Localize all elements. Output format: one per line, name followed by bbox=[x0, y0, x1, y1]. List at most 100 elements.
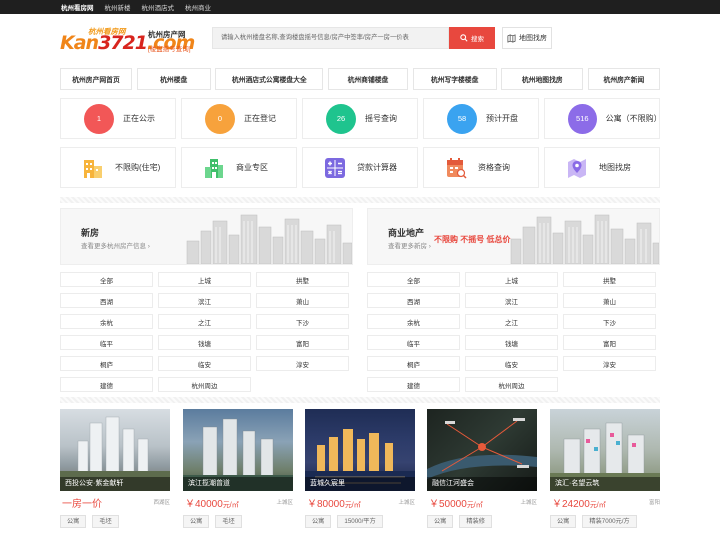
feature-card-unrestricted[interactable]: 不限购(住宅) bbox=[60, 147, 176, 188]
district-link[interactable]: 滨江 bbox=[158, 293, 251, 308]
nav-shops[interactable]: 杭州商铺楼盘 bbox=[327, 68, 408, 90]
district-link[interactable]: 拱墅 bbox=[563, 272, 656, 287]
map-search-button[interactable]: 地图找房 bbox=[502, 27, 552, 49]
district-link[interactable]: 临安 bbox=[158, 356, 251, 371]
listing-district: 西湖区 bbox=[153, 500, 170, 506]
search-button[interactable]: 搜索 bbox=[449, 27, 495, 49]
feature-label: 商业专区 bbox=[236, 163, 268, 172]
district-link[interactable]: 淳安 bbox=[256, 356, 349, 371]
listing-name: 滨汇·名望云筑 bbox=[550, 477, 660, 491]
listing-photo[interactable]: 蓝城久宸里 bbox=[305, 409, 415, 491]
site-logo[interactable]: 杭州看房网 Kan3721.com bbox=[60, 27, 195, 54]
district-link[interactable]: 杭州周边 bbox=[158, 377, 251, 392]
nav-offices[interactable]: 杭州写字楼楼盘 bbox=[412, 68, 497, 90]
listing-card[interactable]: 蓝城久宸里 ￥80000元/㎡ 上城区 公寓 15000/平方 bbox=[305, 409, 415, 528]
feature-label: 不限购(住宅) bbox=[115, 163, 161, 172]
building-icon bbox=[80, 155, 106, 181]
stat-count: 58 bbox=[447, 103, 477, 134]
listing-photo[interactable]: 滨汇·名望云筑 bbox=[550, 409, 660, 491]
feature-card-map[interactable]: 地图找房 bbox=[544, 147, 660, 188]
map-search-label: 地图找房 bbox=[519, 35, 547, 42]
stat-count: 516 bbox=[568, 103, 597, 134]
top-link-commercial[interactable]: 杭州商业 bbox=[185, 2, 211, 12]
stat-card-upcoming[interactable]: 58 预计开盘 bbox=[423, 98, 539, 139]
district-link[interactable]: 建德 bbox=[367, 377, 460, 392]
listing-district: 上城区 bbox=[520, 500, 537, 506]
district-link[interactable]: 富阳 bbox=[563, 335, 656, 350]
listing-name: 西投公安·紫金献轩 bbox=[60, 477, 170, 491]
listing-tag: 精装修 bbox=[459, 515, 492, 528]
nav-buildings[interactable]: 杭州楼盘 bbox=[136, 68, 211, 90]
commercial-banner[interactable]: 商业地产 不限购 不摇号 低总价 查看更多新房 › bbox=[367, 208, 660, 265]
stat-count: 1 bbox=[84, 103, 114, 134]
listing-tag: 公寓 bbox=[183, 515, 210, 528]
top-link-hotel[interactable]: 杭州酒店式 bbox=[142, 2, 175, 12]
calendar-search-icon bbox=[443, 155, 469, 181]
listing-photo[interactable]: 西投公安·紫金献轩 bbox=[60, 409, 170, 491]
nav-news[interactable]: 杭州房产新闻 bbox=[587, 68, 660, 90]
district-link[interactable]: 富阳 bbox=[256, 335, 349, 350]
search-button-label: 搜索 bbox=[471, 36, 484, 43]
stat-label: 正在公示 bbox=[123, 114, 155, 123]
stat-label: 预计开盘 bbox=[486, 114, 518, 123]
listing-price: ￥80000元/㎡ bbox=[307, 499, 361, 510]
listing-card[interactable]: 西投公安·紫金献轩 一房一价 西湖区 公寓 毛坯 bbox=[60, 409, 170, 528]
commercial-tagline: 不限购 不摇号 低总价 bbox=[434, 235, 511, 244]
stat-count: 26 bbox=[326, 103, 356, 134]
district-link[interactable]: 临安 bbox=[465, 356, 558, 371]
commercial-icon bbox=[201, 155, 227, 181]
commercial-more-link[interactable]: 查看更多新房 › bbox=[388, 240, 431, 250]
district-link[interactable]: 钱塘 bbox=[465, 335, 558, 350]
search-input[interactable]: 请输入杭州楼盘名称,查询楼盘摇号信息/房产中签率/房产一房一价表 bbox=[212, 27, 449, 49]
district-link[interactable]: 下沙 bbox=[563, 314, 656, 329]
stat-card-apartments[interactable]: 516 公寓（不限购） bbox=[544, 98, 662, 139]
district-link[interactable]: 上城 bbox=[465, 272, 558, 287]
district-link[interactable]: 杭州周边 bbox=[465, 377, 558, 392]
stat-card-registering[interactable]: 0 正在登记 bbox=[181, 98, 297, 139]
district-link[interactable]: 淳安 bbox=[563, 356, 656, 371]
listing-card[interactable]: 滨江揽潮曾道 ￥40000元/㎡ 上城区 公寓 毛坯 bbox=[183, 409, 293, 528]
district-link[interactable]: 之江 bbox=[158, 314, 251, 329]
district-link[interactable]: 全部 bbox=[60, 272, 153, 287]
district-link[interactable]: 西湖 bbox=[367, 293, 460, 308]
district-link[interactable]: 余杭 bbox=[367, 314, 460, 329]
listing-card[interactable]: 滨汇·名望云筑 ￥24200元/㎡ 富阳 公寓 精装7000元/方 bbox=[550, 409, 660, 528]
district-link[interactable]: 之江 bbox=[465, 314, 558, 329]
district-link[interactable]: 下沙 bbox=[256, 314, 349, 329]
district-link[interactable]: 余杭 bbox=[60, 314, 153, 329]
top-link-new[interactable]: 杭州新楼 bbox=[105, 2, 131, 12]
nav-home[interactable]: 杭州房产网首页 bbox=[60, 68, 132, 90]
new-house-banner[interactable]: 新房 查看更多杭州房产信息 › bbox=[60, 208, 353, 265]
district-link[interactable]: 萧山 bbox=[563, 293, 656, 308]
new-house-more-link[interactable]: 查看更多杭州房产信息 › bbox=[81, 240, 150, 250]
district-link[interactable]: 滨江 bbox=[465, 293, 558, 308]
district-link[interactable]: 临平 bbox=[60, 335, 153, 350]
district-link[interactable]: 建德 bbox=[60, 377, 153, 392]
district-link[interactable]: 西湖 bbox=[60, 293, 153, 308]
feature-card-calculator[interactable]: 贷款计算器 bbox=[302, 147, 418, 188]
district-link[interactable]: 临平 bbox=[367, 335, 460, 350]
nav-map[interactable]: 杭州地图找房 bbox=[501, 68, 584, 90]
top-link-home[interactable]: 杭州看房网 bbox=[61, 2, 94, 12]
feature-card-commercial[interactable]: 商业专区 bbox=[181, 147, 297, 188]
district-link[interactable]: 全部 bbox=[367, 272, 460, 287]
listing-price: ￥24200元/㎡ bbox=[552, 499, 606, 510]
feature-card-qualification[interactable]: 资格查询 bbox=[423, 147, 539, 188]
listing-photo[interactable]: 滨江揽潮曾道 bbox=[183, 409, 293, 491]
district-link[interactable]: 上城 bbox=[158, 272, 251, 287]
listing-tag: 公寓 bbox=[60, 515, 87, 528]
district-link[interactable]: 萧山 bbox=[256, 293, 349, 308]
nav-hotel-apartments[interactable]: 杭州酒店式公寓楼盘大全 bbox=[215, 68, 324, 90]
district-link[interactable]: 桐庐 bbox=[60, 356, 153, 371]
listing-card[interactable]: 融信江河盛会 ￥50000元/㎡ 上城区 公寓 精装修 bbox=[427, 409, 537, 528]
district-link[interactable]: 拱墅 bbox=[256, 272, 349, 287]
listing-tags: 公寓 毛坯 bbox=[60, 515, 119, 528]
district-link[interactable]: 钱塘 bbox=[158, 335, 251, 350]
district-link[interactable]: 桐庐 bbox=[367, 356, 460, 371]
listing-photo[interactable]: 融信江河盛会 bbox=[427, 409, 537, 491]
stat-count: 0 bbox=[205, 103, 235, 134]
stat-card-lottery[interactable]: 26 摇号查询 bbox=[302, 98, 418, 139]
new-house-title: 新房 bbox=[81, 228, 100, 238]
stat-card-publicizing[interactable]: 1 正在公示 bbox=[60, 98, 176, 139]
commercial-district-grid: 全部 上城 拱墅 西湖 滨江 萧山 余杭 之江 下沙 临平 钱塘 富阳 桐庐 临… bbox=[367, 272, 660, 392]
